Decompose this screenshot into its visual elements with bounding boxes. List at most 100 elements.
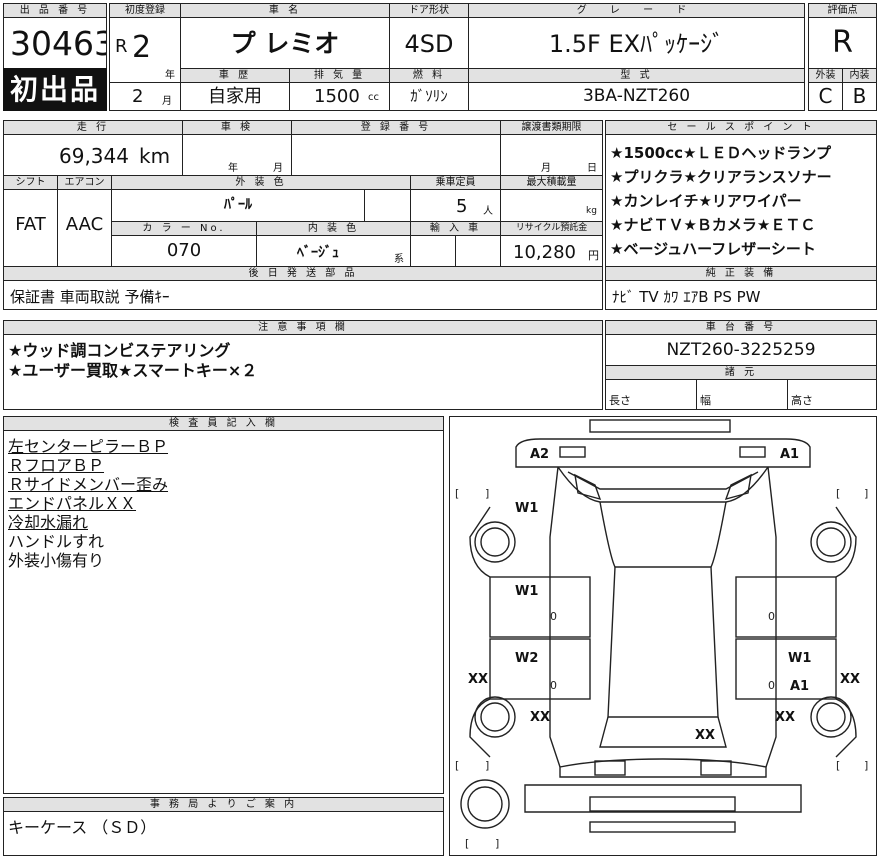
recycle: 10,280 (513, 242, 576, 263)
car-diagram: A2 A1 W1 W1 W2 W1 A1 XX XX XX XX XX 0 0 … (449, 416, 877, 856)
lot-number-label: 出 品 番 号 (3, 3, 107, 18)
interior-color-cell: ﾍﾞｰｼﾞｭ 系 (256, 235, 411, 267)
chassis-number: NZT260-3225259 (666, 340, 816, 360)
rating: R (832, 25, 853, 60)
capacity-unit: 人 (483, 206, 493, 217)
interior-grade: B (852, 84, 867, 108)
notes-label: 注 意 事 項 欄 (3, 320, 603, 335)
inspector-line: エンドパネルＸＸ (8, 494, 137, 513)
inspector-line: Ｒサイドメンバー歪み (8, 475, 169, 494)
selling-points-section: セ ー ル ス ポ イ ン ト ★1500cc★ＬＥＤヘッドランプ ★プリクラ★… (605, 120, 877, 310)
door-label: ドア形状 (389, 3, 469, 18)
inspection-cell: 年 月 (182, 134, 292, 176)
fuel-cell: ｶﾞｿﾘﾝ (389, 82, 469, 111)
mark-w2: W2 (515, 651, 538, 666)
right-front-wheel-inner (816, 527, 846, 557)
mark-xx-wheel-left: XX (530, 710, 550, 725)
mark-xx-trunk: XX (695, 728, 715, 743)
exterior-grade: C (818, 84, 833, 108)
right-rear-door-shape (735, 638, 837, 700)
reg-month: 2 (132, 86, 144, 107)
first-reg-year-cell: R 2 年 (109, 17, 181, 83)
color-label: 外 装 色 (111, 175, 411, 190)
transfer-day-unit: 日 (587, 163, 597, 174)
max-load-unit: kg (586, 206, 597, 216)
right-front-fender-shape (835, 506, 857, 578)
capacity-label: 乗車定員 (410, 175, 501, 190)
mark-zero: 0 (550, 610, 557, 623)
bracket-open: [ (465, 837, 469, 850)
left-rear-wheel-inner (480, 702, 510, 732)
bracket-open: [ (836, 487, 840, 500)
inspection-month-unit: 月 (273, 163, 283, 174)
inspector-line: 冷却水漏れ (8, 513, 89, 532)
first-reg-month-cell: 2 月 (109, 82, 181, 111)
color-no-cell: 070 (111, 235, 257, 267)
rating-cell: R (808, 17, 877, 69)
rear-plate-shape (589, 821, 736, 833)
transfer-cell: 月 日 (500, 134, 603, 176)
mark-w1-mid: W1 (515, 584, 538, 599)
note-line: ★ユーザー買取★スマートキー×２ (8, 361, 258, 380)
right-taillight-shape (700, 760, 732, 776)
interior-color-suffix: 系 (394, 254, 404, 265)
width-cell: 幅 (696, 379, 788, 410)
recycle-unit: 円 (588, 249, 599, 262)
fuel-label: 燃 料 (389, 68, 469, 83)
lot-number-cell: 30463 (3, 17, 107, 69)
interior-label: 内装 (842, 68, 877, 83)
mark-xx-wheel-right: XX (775, 710, 795, 725)
displacement-cell: 1500 cc (289, 82, 390, 111)
selling-point-line: ★カンレイチ★リアワイパー (610, 192, 802, 210)
front-grille-shape (589, 419, 731, 433)
color: ﾊﾟｰﾙ (224, 197, 252, 213)
door-cell: 4SD (389, 17, 469, 69)
inspector-line: 左センターピラーＢＰ (8, 437, 169, 456)
model-label: 型 式 (468, 68, 805, 83)
office-note: キーケース （ＳＤ） (8, 818, 157, 837)
equipment: ﾅﾋﾞ TV ｶﾜ ｴｱB PS PW (612, 288, 761, 306)
right-fog-shape (739, 446, 766, 458)
mark-xx-left: XX (468, 672, 488, 687)
displacement-unit: cc (368, 92, 379, 103)
mark-zero: 0 (768, 679, 775, 692)
later-parts-cell: 保証書 車両取説 予備ｷｰ (3, 280, 603, 310)
mileage-unit: km (139, 144, 171, 168)
mileage: 69,344 (59, 144, 129, 168)
inspection-year-unit: 年 (228, 163, 238, 174)
mileage-label: 走 行 (3, 120, 183, 135)
reg-no-label: 登 録 番 号 (291, 120, 501, 135)
width-label: 幅 (700, 394, 711, 407)
left-front-wheel-inner (480, 527, 510, 557)
bracket-close: ] (485, 759, 489, 772)
exterior-label: 外装 (808, 68, 843, 83)
interior-cell: B (842, 82, 877, 111)
rear-panel-shape (589, 796, 736, 812)
door: 4SD (404, 30, 454, 58)
hood-line (567, 471, 759, 490)
rear-bumper-shape (524, 784, 802, 813)
windshield-shape (599, 501, 727, 568)
dims-label: 諸 元 (605, 365, 877, 380)
history: 自家用 (208, 86, 262, 107)
inspector-line: ＲフロアＢＰ (8, 456, 105, 475)
mark-zero: 0 (768, 610, 775, 623)
selling-point-line: ★プリクラ★クリアランスソナー (610, 168, 832, 186)
left-front-door-shape (489, 576, 591, 638)
color-no-label: カ ラ ー No. (111, 221, 257, 236)
notes-section: 注 意 事 項 欄 ★ウッド調コンビステアリング ★ユーザー買取★スマートキー×… (3, 320, 603, 410)
car-name-cell: プ レミオ (180, 17, 390, 69)
interior-color: ﾍﾞｰｼﾞｭ (297, 245, 339, 261)
import-cell (410, 235, 456, 267)
chassis-cell: NZT260-3225259 (605, 334, 877, 366)
right-front-door-shape (735, 576, 837, 638)
displacement-label: 排 気 量 (289, 68, 390, 83)
car-name-label: 車 名 (180, 3, 390, 18)
right-rear-wheel-inner (816, 702, 846, 732)
first-listing-badge: 初出品 (3, 68, 107, 111)
spec-section: 走 行 車 検 登 録 番 号 譲渡書類期限 69,344 km 年 月 月 日… (3, 120, 603, 310)
mark-a1-right: A1 (790, 679, 809, 694)
import-label: 輸 入 車 (410, 221, 501, 236)
max-load-label: 最大積載量 (500, 175, 603, 190)
equipment-label: 純 正 装 備 (605, 266, 877, 281)
